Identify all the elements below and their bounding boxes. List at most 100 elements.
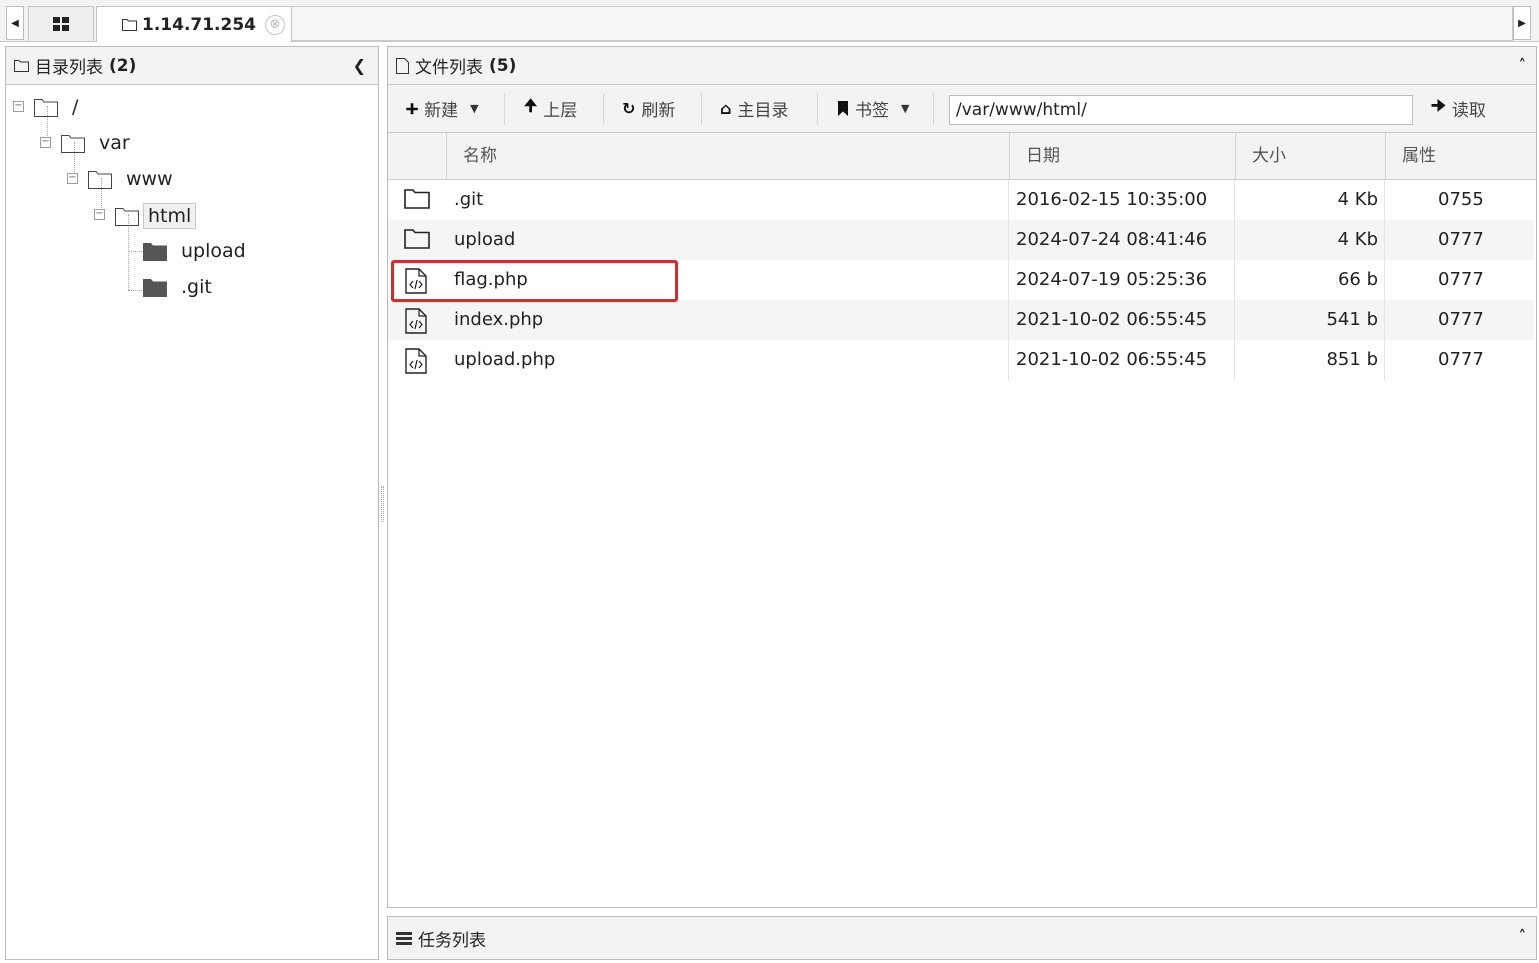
folder-icon: [404, 188, 430, 212]
tree-connector: [128, 290, 142, 291]
file-permission: 0777: [1438, 269, 1484, 290]
directory-panel: 目录列表 (2) ❮ − / − var − www − html upload…: [5, 46, 379, 960]
toolbar-divider: [817, 93, 818, 125]
file-toolbar: ➕︎ 新建 ▼ 🠉 上层 ↻ 刷新 ⌂ 主目录 书签 ▼ �: [388, 85, 1536, 133]
file-permission: 0755: [1438, 189, 1484, 210]
tree-node-label: upload: [181, 240, 246, 262]
arrow-up-icon: 🠉: [524, 96, 538, 115]
column-header-attr[interactable]: 属性: [1385, 133, 1535, 180]
expand-up-icon[interactable]: ˄: [1519, 927, 1527, 945]
refresh-button[interactable]: ↻ 刷新: [622, 85, 675, 132]
list-icon: [396, 931, 412, 945]
collapse-node-icon[interactable]: −: [94, 209, 105, 220]
arrow-right-icon: 🠊: [1431, 96, 1446, 115]
file-panel-header: 文件列表 (5) ˄: [388, 47, 1536, 85]
new-button[interactable]: ➕︎ 新建 ▼: [406, 85, 479, 132]
file-row[interactable]: .git 2016-02-15 10:35:00 4 Kb 0755: [388, 180, 1534, 220]
bookmark-icon: [838, 101, 848, 116]
home-label: 主目录: [737, 101, 789, 121]
file-date: 2024-07-24 08:41:46: [1016, 229, 1208, 250]
tree-node-var[interactable]: − var: [40, 131, 134, 155]
tree-node-label: www: [126, 168, 173, 190]
file-row[interactable]: upload 2024-07-24 08:41:46 4 Kb 0777: [388, 220, 1534, 260]
directory-count: (2): [109, 55, 137, 76]
chevron-down-icon: ▼: [901, 102, 910, 115]
task-panel-title: 任务列表: [418, 930, 486, 951]
up-level-button[interactable]: 🠉 上层: [524, 85, 577, 132]
home-button[interactable]: ⌂ 主目录: [720, 85, 788, 132]
chevron-down-icon: ▼: [470, 102, 479, 115]
file-name: index.php: [454, 309, 544, 330]
file-panel: 文件列表 (5) ˄ ➕︎ 新建 ▼ 🠉 上层 ↻ 刷新 ⌂ 主目录 书签 ▼ …: [387, 46, 1537, 908]
folder-filled-icon: [143, 278, 167, 297]
scroll-left-icon[interactable]: ◀: [6, 6, 24, 40]
directory-panel-title: 目录列表: [35, 58, 103, 78]
tree-node-root[interactable]: − /: [13, 95, 82, 119]
tree-node-upload[interactable]: upload: [143, 239, 250, 263]
collapse-node-icon[interactable]: −: [67, 173, 78, 184]
file-name: upload: [454, 229, 516, 250]
file-permission: 0777: [1438, 349, 1484, 370]
home-icon: ⌂: [720, 99, 732, 118]
tree-node-label: /: [72, 96, 79, 118]
highlight-box: [391, 260, 678, 302]
toolbar-divider: [504, 93, 505, 125]
file-name: upload.php: [454, 349, 556, 370]
tab-host[interactable]: 1.14.71.254 ⊗: [96, 6, 292, 42]
grid-icon: [53, 17, 69, 31]
column-header-name[interactable]: 名称: [446, 133, 1009, 180]
folder-outline-icon: [34, 98, 58, 117]
folder-outline-icon: [61, 134, 85, 153]
tree-node-www[interactable]: − www: [67, 167, 177, 191]
tree-node-label: .git: [181, 276, 212, 298]
folder-outline-icon: [14, 60, 29, 72]
file-size: 4 Kb: [1337, 229, 1378, 250]
tree-node-html[interactable]: − html: [94, 203, 197, 229]
up-level-label: 上层: [543, 101, 578, 121]
code-file-icon: [404, 348, 428, 374]
panel-splitter[interactable]: [381, 486, 384, 522]
file-panel-title: 文件列表: [415, 58, 483, 78]
bookmark-label: 书签: [855, 101, 889, 121]
scroll-right-icon[interactable]: ▶: [1513, 6, 1531, 40]
file-size: 541 b: [1326, 309, 1378, 330]
file-date: 2016-02-15 10:35:00: [1016, 189, 1208, 210]
read-label: 读取: [1451, 101, 1486, 121]
file-size: 66 b: [1337, 269, 1378, 290]
file-permission: 0777: [1438, 309, 1484, 330]
dashboard-tab[interactable]: [28, 6, 94, 41]
file-date: 2021-10-02 06:55:45: [1016, 349, 1208, 370]
refresh-icon: ↻: [622, 99, 636, 118]
toolbar-divider: [933, 93, 934, 125]
path-input[interactable]: [949, 95, 1413, 125]
folder-icon: [122, 19, 137, 31]
file-permission: 0777: [1438, 229, 1484, 250]
collapse-node-icon[interactable]: −: [13, 101, 24, 112]
tab-title: 1.14.71.254: [142, 14, 257, 35]
task-panel: 任务列表 ˄: [387, 916, 1537, 960]
file-date: 2021-10-02 06:55:45: [1016, 309, 1208, 330]
plus-circle-icon: ➕︎: [406, 98, 419, 118]
file-grid-header: 名称 日期 大小 属性: [388, 133, 1536, 180]
refresh-label: 刷新: [641, 101, 676, 121]
column-header-size[interactable]: 大小: [1235, 133, 1385, 180]
file-count: (5): [489, 55, 517, 76]
tab-bar: ◀ 1.14.71.254 ⊗ ▶: [0, 0, 1539, 42]
toolbar-divider: [701, 93, 702, 125]
read-button[interactable]: 🠊 读取: [1431, 85, 1486, 132]
tab-bar-empty: [292, 6, 1513, 41]
bookmark-button[interactable]: 书签 ▼: [837, 85, 909, 132]
folder-outline-icon: [115, 207, 139, 226]
file-size: 851 b: [1326, 349, 1378, 370]
tree-node-label-selected: html: [143, 203, 197, 229]
collapse-up-icon[interactable]: ˄: [1519, 56, 1527, 74]
file-date: 2024-07-19 05:25:36: [1016, 269, 1208, 290]
collapse-node-icon[interactable]: −: [40, 137, 51, 148]
column-header-date[interactable]: 日期: [1009, 133, 1235, 180]
file-row[interactable]: index.php 2021-10-02 06:55:45 541 b 0777: [388, 300, 1534, 340]
tree-node-git[interactable]: .git: [143, 275, 216, 299]
file-row[interactable]: upload.php 2021-10-02 06:55:45 851 b 077…: [388, 340, 1534, 380]
collapse-left-icon[interactable]: ❮: [353, 56, 366, 75]
file-name: .git: [454, 189, 484, 210]
close-tab-icon[interactable]: ⊗: [265, 15, 285, 35]
